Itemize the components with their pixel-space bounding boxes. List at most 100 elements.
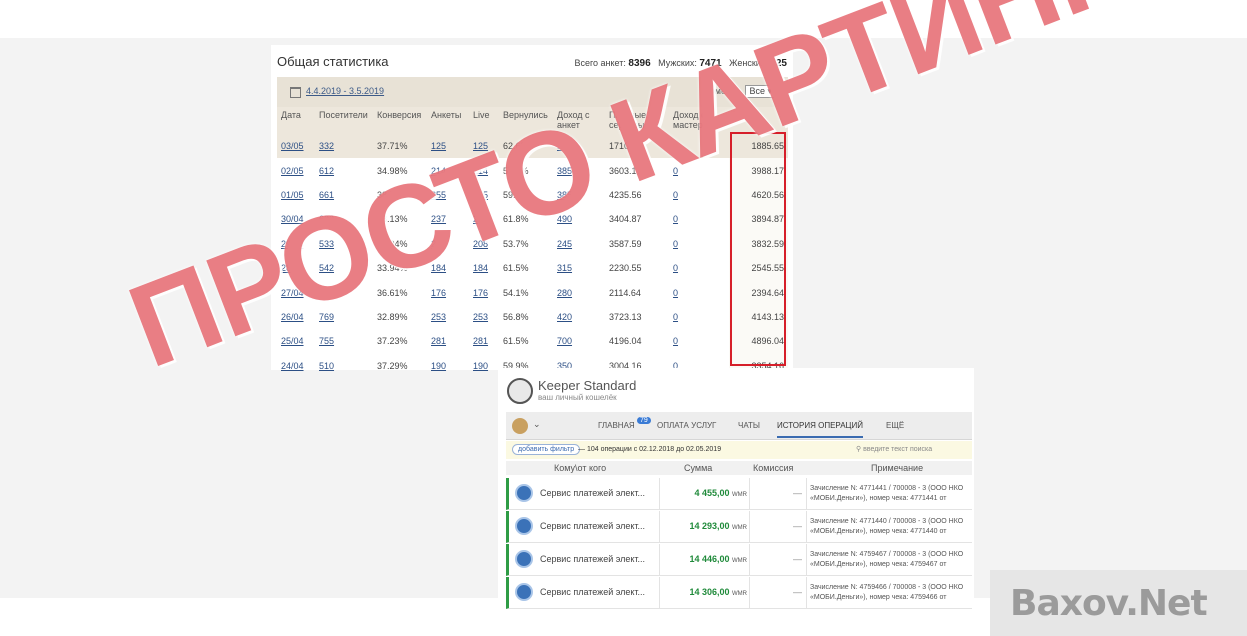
table-cell: 190: [469, 354, 499, 378]
cell-link[interactable]: 24/04: [281, 361, 304, 371]
operation-row[interactable]: Сервис платежей элект... 14 293,00 WMR — За…: [506, 511, 972, 543]
cell-link[interactable]: 700: [557, 336, 572, 346]
table-cell: 37.29%: [377, 360, 408, 371]
divider: [659, 511, 660, 542]
table-row: 25/04 755 37.23% 281 281 61.5% 700 4196.04 0 4896…: [277, 329, 788, 354]
cell-link[interactable]: 612: [319, 166, 334, 176]
table-cell: 4196.04: [609, 336, 642, 347]
column-header: Анкеты: [427, 107, 469, 134]
cell-link[interactable]: 0: [673, 263, 678, 273]
cell-link[interactable]: 281: [473, 336, 488, 346]
tab-main[interactable]: ГЛАВНАЯ: [598, 421, 635, 430]
table-cell: 24/04: [277, 354, 315, 378]
fee: —: [793, 521, 802, 531]
operation-row[interactable]: Сервис платежей элект... 4 455,00 WMR — Зач…: [506, 478, 972, 510]
table-cell: 281: [469, 329, 499, 353]
currency: WMR: [732, 492, 747, 498]
operations-table-header: Кому\от кого Сумма Комиссия Примечание: [506, 461, 972, 475]
cell-link[interactable]: 176: [473, 288, 488, 298]
counterparty: Сервис платежей элект...: [540, 521, 646, 531]
tab-payments[interactable]: ОПЛАТА УСЛУГ: [657, 421, 716, 430]
cell-link[interactable]: 03/05: [281, 141, 304, 151]
operations-toolbar: добавить фильтр — 104 операции с 02.12.2…: [506, 441, 972, 459]
payment-service-icon: [515, 517, 533, 535]
add-filter-button[interactable]: добавить фильтр: [512, 444, 581, 455]
table-cell: 190: [427, 354, 469, 378]
operation-row[interactable]: Сервис платежей элект... 14 306,00 WMR — За…: [506, 577, 972, 609]
cell-link[interactable]: 253: [431, 312, 446, 322]
cell-link[interactable]: 190: [431, 361, 446, 371]
avatar[interactable]: [512, 418, 528, 434]
counterparty: Сервис платежей элект...: [540, 554, 646, 564]
divider: [806, 478, 807, 509]
cell-link[interactable]: 510: [319, 361, 334, 371]
divider: [806, 511, 807, 542]
search-placeholder: введите текст поиска: [863, 446, 933, 453]
keeper-logo-icon: [507, 378, 533, 404]
table-cell: 0: [669, 232, 729, 256]
currency: WMR: [732, 591, 747, 597]
cell-link[interactable]: 0: [673, 336, 678, 346]
search-icon: ⚲: [856, 446, 862, 453]
stats-title: Общая статистика: [277, 54, 389, 69]
cell-link[interactable]: 0: [673, 288, 678, 298]
cell-link[interactable]: 190: [473, 361, 488, 371]
keeper-subtitle: ваш личный кошелёк: [538, 393, 617, 402]
cell-link[interactable]: 755: [319, 336, 334, 346]
cell-link[interactable]: 315: [557, 263, 572, 273]
tab-more[interactable]: ЕЩЁ: [886, 421, 904, 430]
column-header: Комиссия: [753, 463, 794, 473]
payment-service-icon: [515, 583, 533, 601]
cell-link[interactable]: 281: [431, 336, 446, 346]
table-cell: 61.5%: [503, 336, 529, 347]
tab-history[interactable]: ИСТОРИЯ ОПЕРАЦИЙ: [777, 421, 863, 438]
amount-value: 4 455,00: [694, 488, 730, 498]
table-cell: 02/05: [277, 158, 315, 182]
watermark-text: Baxov.Net: [1010, 583, 1208, 624]
cell-link[interactable]: 280: [557, 288, 572, 298]
cell-link[interactable]: 332: [319, 141, 334, 151]
total-label: Всего анкет:: [574, 58, 626, 68]
date-range-link[interactable]: 4.4.2019 - 3.5.2019: [306, 86, 384, 96]
table-cell: 3723.13: [609, 311, 642, 322]
chevron-down-icon[interactable]: ⌄: [533, 419, 541, 430]
cell-link[interactable]: 420: [557, 312, 572, 322]
currency: WMR: [732, 525, 747, 531]
table-cell: 253: [469, 305, 499, 329]
site-watermark: Baxov.Net: [990, 570, 1247, 636]
divider: [806, 577, 807, 608]
cell-link[interactable]: 0: [673, 312, 678, 322]
column-header: Дата: [277, 107, 315, 134]
divider: [659, 577, 660, 608]
table-cell: 54.1%: [503, 287, 529, 298]
amount: 4 455,00 WMR: [677, 488, 747, 498]
cell-link[interactable]: 0: [673, 239, 678, 249]
table-cell: 510: [315, 354, 373, 378]
cell-link[interactable]: 0: [673, 214, 678, 224]
table-cell: 281: [427, 329, 469, 353]
table-cell: 3587.59: [609, 238, 642, 249]
cell-link[interactable]: 02/05: [281, 166, 304, 176]
table-cell: 2230.55: [609, 263, 642, 274]
fee: —: [793, 554, 802, 564]
calendar-icon[interactable]: [290, 87, 301, 98]
payment-service-icon: [515, 550, 533, 568]
divider: [659, 544, 660, 575]
tab-chats[interactable]: ЧАТЫ: [738, 421, 760, 430]
counterparty: Сервис платежей элект...: [540, 488, 646, 498]
note: Зачисление N: 4759467 / 700008 - 3 (ООО …: [810, 551, 964, 568]
amount-value: 14 293,00: [689, 521, 730, 531]
table-cell: 420: [553, 305, 605, 329]
table-cell: 700: [553, 329, 605, 353]
amount: 14 446,00 WMR: [677, 554, 747, 564]
search-input[interactable]: ⚲ введите текст поиска: [856, 445, 932, 453]
divider: [749, 478, 750, 509]
divider: [749, 577, 750, 608]
amount: 14 293,00 WMR: [677, 521, 747, 531]
table-cell: 0: [669, 329, 729, 353]
table-cell: 2114.64: [609, 287, 641, 298]
table-cell: 315: [553, 256, 605, 280]
cell-link[interactable]: 253: [473, 312, 488, 322]
table-cell: 253: [427, 305, 469, 329]
operation-row[interactable]: Сервис платежей элект... 14 446,00 WMR — За…: [506, 544, 972, 576]
